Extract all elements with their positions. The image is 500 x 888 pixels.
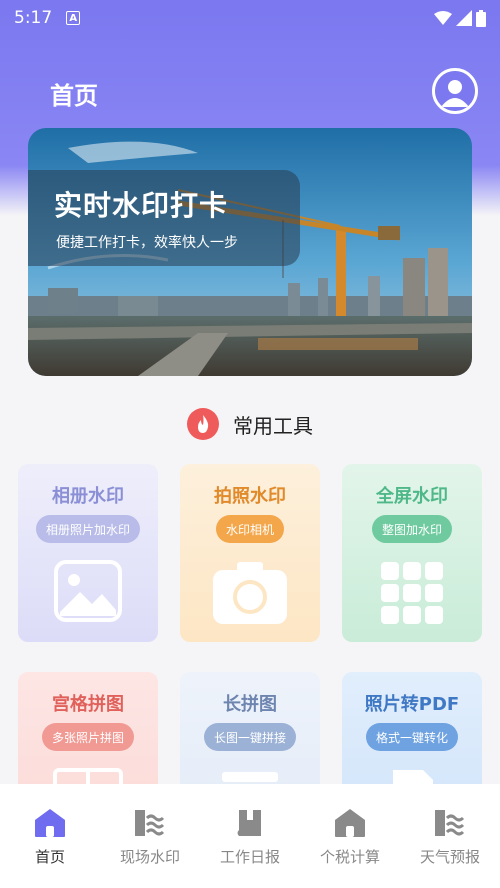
tools-section-title: 常用工具 <box>233 413 313 438</box>
scene-icon <box>133 808 167 838</box>
banner-subtitle: 便捷工作打卡，效率快人一步 <box>56 235 238 251</box>
nav-scene-watermark[interactable]: 现场水印 <box>100 808 200 888</box>
image-icon <box>54 560 122 626</box>
card-title: 照片转PDF <box>364 694 460 715</box>
banner-title: 实时水印打卡 <box>54 189 229 222</box>
card-pill: 相册照片加水印 <box>35 515 141 543</box>
card-title: 长拼图 <box>223 694 277 715</box>
house-icon <box>333 808 367 838</box>
nav-label: 天气预报 <box>419 848 480 866</box>
nav-label: 工作日报 <box>219 848 280 866</box>
battery-icon <box>476 9 486 27</box>
banner[interactable]: 实时水印打卡 便捷工作打卡，效率快人一步 <box>28 128 472 376</box>
home-icon <box>33 808 67 838</box>
fullscreen-watermark-card[interactable]: 全屏水印 整图加水印 <box>342 464 482 642</box>
signal-icon <box>456 10 472 26</box>
card-pill: 水印相机 <box>215 515 285 543</box>
grid-icon <box>379 560 445 630</box>
card-pill: 多张照片拼图 <box>41 723 135 751</box>
nav-weather[interactable]: 天气预报 <box>400 808 500 888</box>
card-pill: 长图一键拼接 <box>203 723 297 751</box>
status-icons <box>434 9 486 27</box>
user-icon <box>435 71 475 111</box>
nav-label: 现场水印 <box>119 848 180 866</box>
nav-home[interactable]: 首页 <box>0 808 100 888</box>
card-title: 宫格拼图 <box>52 694 124 715</box>
fire-icon <box>187 408 219 440</box>
wifi-icon <box>434 11 452 25</box>
tools-section-header: 常用工具 <box>0 404 500 444</box>
header: 首页 <box>0 62 500 122</box>
camera-icon <box>211 560 289 630</box>
card-title: 相册水印 <box>52 486 124 507</box>
page-title: 首页 <box>50 82 98 110</box>
status-time: 5:17 <box>14 8 53 28</box>
a-icon: A <box>66 11 81 25</box>
book-icon <box>233 808 267 838</box>
album-watermark-card[interactable]: 相册水印 相册照片加水印 <box>18 464 158 642</box>
card-title: 拍照水印 <box>214 486 286 507</box>
weather-icon <box>433 808 467 838</box>
photo-watermark-card[interactable]: 拍照水印 水印相机 <box>180 464 320 642</box>
status-bar: 5:17 A <box>0 0 500 36</box>
bottom-nav: 首页 现场水印 工作日报 个税计算 天气预报 <box>0 784 500 888</box>
nav-work-report[interactable]: 工作日报 <box>200 808 300 888</box>
avatar[interactable] <box>432 68 478 114</box>
nav-tax-calc[interactable]: 个税计算 <box>300 808 400 888</box>
card-pill: 整图加水印 <box>371 515 453 543</box>
nav-label: 个税计算 <box>319 848 380 866</box>
card-pill: 格式一键转化 <box>365 723 459 751</box>
nav-label: 首页 <box>34 848 65 866</box>
card-title: 全屏水印 <box>376 486 448 507</box>
